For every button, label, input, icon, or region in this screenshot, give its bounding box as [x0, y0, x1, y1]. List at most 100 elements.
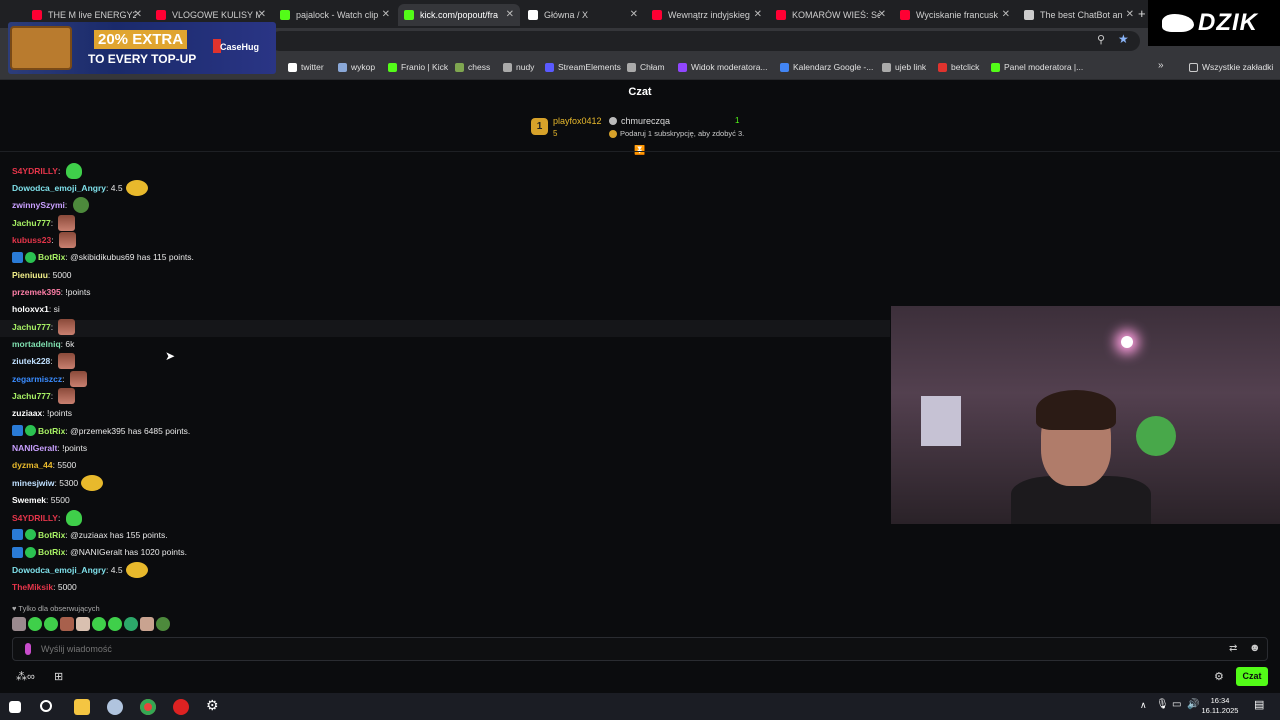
- chat-message[interactable]: Jachu777:: [12, 318, 76, 335]
- emote-green[interactable]: [28, 617, 42, 631]
- system-clock[interactable]: 16:34 16.11.2025: [1198, 696, 1242, 716]
- emote-green[interactable]: [92, 617, 106, 631]
- tab-close-icon[interactable]: ✕: [134, 9, 142, 20]
- bookmark-item[interactable]: wykop: [338, 60, 375, 74]
- chat-username[interactable]: zegarmiszcz: [12, 374, 62, 384]
- chat-username[interactable]: holoxvx1: [12, 304, 49, 314]
- obs-icon[interactable]: [173, 699, 189, 715]
- bookmark-item[interactable]: nudy: [503, 60, 534, 74]
- browser-tab[interactable]: pajalock - Watch clip ✕: [274, 4, 396, 26]
- chat-message[interactable]: holoxvx1: si: [12, 301, 60, 318]
- emote-photo-icon[interactable]: [58, 318, 76, 335]
- browser-tab[interactable]: Wewnątrz indyjskieg ✕: [646, 4, 768, 26]
- emote-photo-icon[interactable]: [58, 388, 76, 405]
- send-chat-button[interactable]: Czat: [1236, 667, 1268, 686]
- recent-emotes[interactable]: [12, 617, 170, 633]
- bookmark-item[interactable]: Franio | Kick: [388, 60, 448, 74]
- chat-message[interactable]: BotRix: @skibidikubus69 has 115 points.: [12, 249, 194, 266]
- bookmark-item[interactable]: StreamElements: [545, 60, 621, 74]
- emote-cat[interactable]: [12, 617, 26, 631]
- browser-tab[interactable]: Główna / X ✕: [522, 4, 644, 26]
- chat-username[interactable]: BotRix: [38, 547, 65, 557]
- browser-tab[interactable]: Wyciskanie francusk ✕: [894, 4, 1016, 26]
- chat-message[interactable]: zuziaax: !points: [12, 405, 72, 422]
- chat-username[interactable]: przemek395: [12, 287, 61, 297]
- emote-green-icon[interactable]: [65, 162, 82, 179]
- translate-icon[interactable]: ⇄: [1229, 643, 1237, 654]
- emote-green[interactable]: [108, 617, 122, 631]
- chat-message[interactable]: BotRix: @przemek395 has 6485 points.: [12, 422, 190, 439]
- emote-figure[interactable]: [76, 617, 90, 631]
- chat-username[interactable]: kubuss23: [12, 235, 51, 245]
- second-name[interactable]: chmureczqa: [621, 116, 670, 126]
- chat-message[interactable]: zwinnySzymi:: [12, 197, 89, 214]
- emoji-icon[interactable]: ☻: [1249, 642, 1261, 654]
- chat-message[interactable]: zegarmiszcz:: [12, 370, 87, 387]
- more-bookmarks-icon[interactable]: »: [1158, 60, 1164, 71]
- chat-message[interactable]: Dowodca_emoji_Angry: 4.5: [12, 561, 148, 578]
- file-explorer-icon[interactable]: [74, 699, 90, 715]
- chat-username[interactable]: Dowodca_emoji_Angry: [12, 565, 106, 575]
- leader-name[interactable]: playfox0412: [553, 116, 602, 126]
- zoom-icon[interactable]: ⚲: [1097, 33, 1105, 46]
- bookmark-item[interactable]: twitter: [288, 60, 324, 74]
- notification-icon[interactable]: ▤: [1254, 698, 1264, 711]
- tab-close-icon[interactable]: ✕: [1126, 9, 1134, 20]
- emote-photo-icon[interactable]: [69, 370, 87, 387]
- tab-close-icon[interactable]: ✕: [382, 9, 390, 20]
- tab-close-icon[interactable]: ✕: [630, 9, 638, 20]
- chat-message[interactable]: TheMiksik: 5000: [12, 578, 77, 595]
- chrome-icon[interactable]: [140, 699, 156, 715]
- chat-username[interactable]: zwinnySzymi: [12, 200, 65, 210]
- chat-username[interactable]: S4YDRILLY: [12, 513, 58, 523]
- emote-green-icon[interactable]: [65, 509, 82, 526]
- chat-message[interactable]: Pieniuuu: 5000: [12, 266, 72, 283]
- chat-message-input[interactable]: [41, 641, 1221, 657]
- bookmark-item[interactable]: chess: [455, 60, 490, 74]
- chat-username[interactable]: ziutek228: [12, 356, 50, 366]
- tab-close-icon[interactable]: ✕: [258, 9, 266, 20]
- omnibox[interactable]: [270, 31, 1140, 51]
- tab-close-icon[interactable]: ✕: [1002, 9, 1010, 20]
- chat-message[interactable]: NANIGeralt: !points: [12, 440, 87, 457]
- bookmark-item[interactable]: Panel moderatora |...: [991, 60, 1083, 74]
- emote-globe[interactable]: [124, 617, 138, 631]
- chat-username[interactable]: Swemek: [12, 495, 46, 505]
- all-bookmarks[interactable]: Wszystkie zakładki: [1189, 60, 1273, 74]
- chat-username[interactable]: BotRix: [38, 426, 65, 436]
- emote-photo-icon[interactable]: [58, 231, 76, 248]
- browser-tab[interactable]: KOMARÓW WIEŚ: Sel ✕: [770, 4, 892, 26]
- settings-icon[interactable]: ⚙: [206, 697, 222, 713]
- chat-username[interactable]: Jachu777: [12, 218, 51, 228]
- chat-username[interactable]: dyzma_44: [12, 460, 53, 470]
- tab-close-icon[interactable]: ✕: [506, 9, 514, 20]
- chat-username[interactable]: Dowodca_emoji_Angry: [12, 183, 106, 193]
- bookmark-item[interactable]: Kalendarz Google -...: [780, 60, 873, 74]
- chat-message[interactable]: BotRix: @zuziaax has 155 points.: [12, 526, 168, 543]
- network-icon[interactable]: ▭: [1172, 699, 1181, 710]
- chat-settings-icon[interactable]: ⚙: [1214, 670, 1224, 683]
- chat-message[interactable]: S4YDRILLY:: [12, 162, 82, 179]
- emote-pepe-icon[interactable]: [72, 197, 89, 214]
- chat-username[interactable]: BotRix: [38, 252, 65, 262]
- emote-photo-icon[interactable]: [58, 353, 76, 370]
- tab-close-icon[interactable]: ✕: [754, 9, 762, 20]
- app-icon[interactable]: [107, 699, 123, 715]
- mic-tray-icon[interactable]: 🎙: [1156, 699, 1169, 710]
- chat-message[interactable]: Swemek: 5500: [12, 492, 70, 509]
- emote-yellow-icon[interactable]: [125, 179, 148, 196]
- chat-username[interactable]: mortadelniq: [12, 339, 61, 349]
- store-icon[interactable]: ⊞: [54, 670, 63, 683]
- windows-start-icon[interactable]: [9, 701, 21, 713]
- bookmark-item[interactable]: Chłam: [627, 60, 665, 74]
- emote-yellow-icon[interactable]: [81, 474, 104, 491]
- chat-username[interactable]: NANIGeralt: [12, 443, 57, 453]
- emote-pepe[interactable]: [156, 617, 170, 631]
- browser-tab[interactable]: kick.com/popout/fra ✕: [398, 4, 520, 26]
- tab-close-icon[interactable]: ✕: [878, 9, 886, 20]
- emote-photo-icon[interactable]: [58, 214, 76, 231]
- chat-message[interactable]: mortadelniq: 6k: [12, 336, 74, 353]
- chat-username[interactable]: zuziaax: [12, 408, 42, 418]
- chat-username[interactable]: minesjwiw: [12, 478, 55, 488]
- bookmark-item[interactable]: Widok moderatora...: [678, 60, 768, 74]
